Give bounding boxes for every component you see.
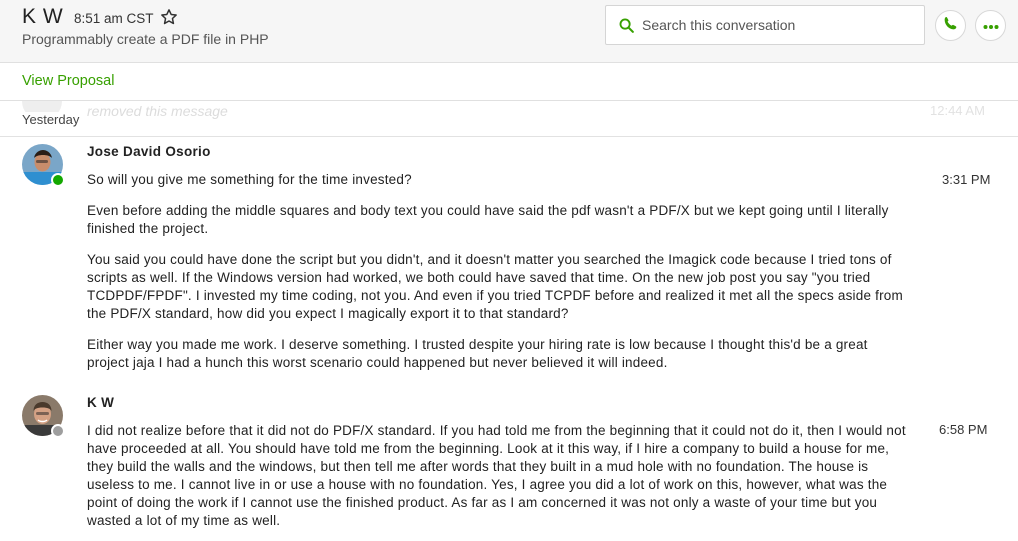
sender-name[interactable]: Jose David Osorio <box>87 144 211 159</box>
view-proposal-link[interactable]: View Proposal <box>22 73 114 89</box>
message-time: 6:58 PM <box>939 422 988 437</box>
conversation-subtitle[interactable]: Programmably create a PDF file in PHP <box>22 31 269 47</box>
sender-name[interactable]: K W <box>87 395 114 410</box>
proposal-bar: View Proposal <box>0 63 1018 101</box>
contact-local-time: 8:51 am CST <box>74 11 154 26</box>
conversation-header: K W 8:51 am CST Programmably create a PD… <box>0 0 1018 63</box>
offline-status-dot <box>51 424 65 438</box>
day-separator: Yesterday <box>0 106 1018 137</box>
message-text: Even before adding the middle squares an… <box>87 203 889 236</box>
ellipsis-icon <box>983 17 999 35</box>
online-status-dot <box>51 173 65 187</box>
search-input[interactable] <box>642 6 918 44</box>
phone-icon <box>943 15 959 36</box>
message-text: I did not realize before that it did not… <box>87 423 906 528</box>
message-text: So will you give me something for the ti… <box>87 172 412 187</box>
contact-name[interactable]: K W <box>22 5 63 29</box>
message-time: 3:31 PM <box>942 172 991 187</box>
star-icon[interactable] <box>160 8 178 26</box>
message-text: You said you could have done the script … <box>87 252 903 321</box>
avatar[interactable] <box>22 395 65 438</box>
day-label: Yesterday <box>22 112 84 127</box>
search-box[interactable] <box>605 5 925 45</box>
search-icon <box>618 17 635 34</box>
more-options-button[interactable] <box>975 10 1006 41</box>
avatar[interactable] <box>22 144 65 187</box>
message-text: Either way you made me work. I deserve s… <box>87 337 868 370</box>
call-button[interactable] <box>935 10 966 41</box>
